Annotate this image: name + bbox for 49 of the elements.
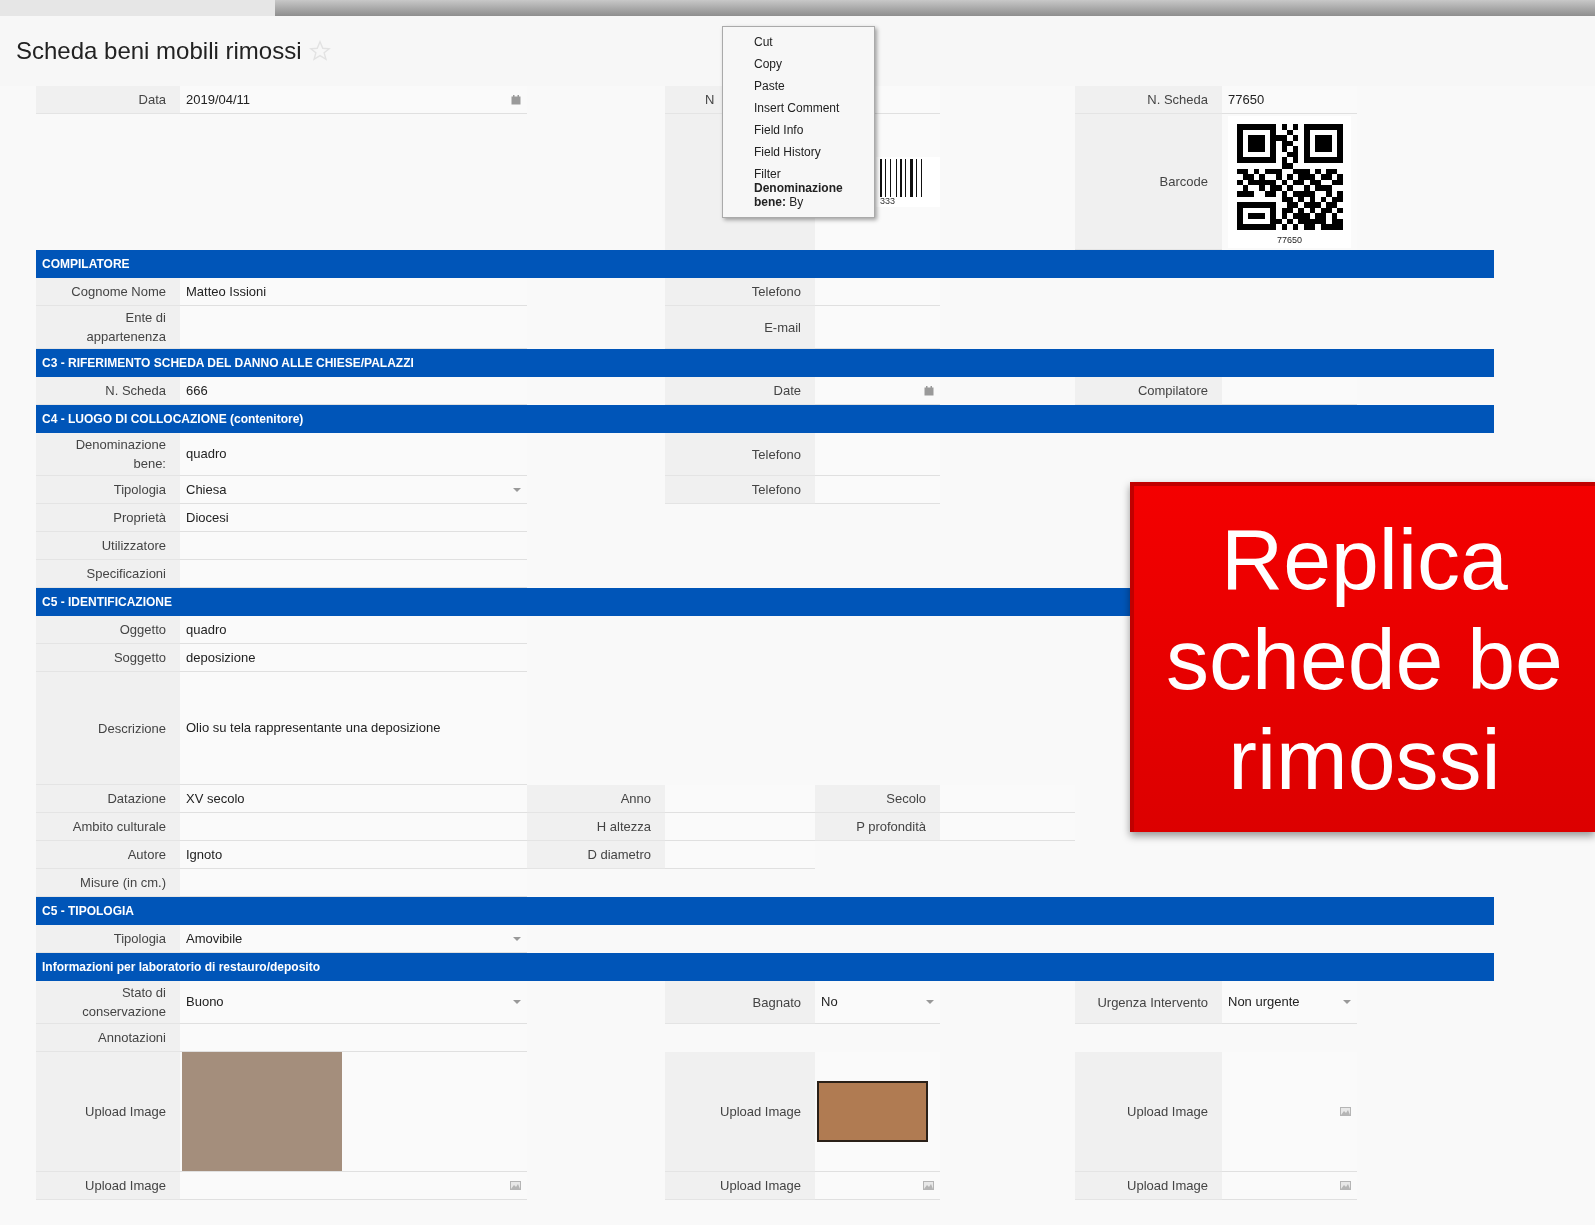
field-label: E-mail: [764, 318, 801, 337]
field-label: H altezza: [596, 818, 651, 836]
field-label: Upload Image: [1127, 1177, 1208, 1195]
field-label: Upload Image: [85, 1103, 166, 1121]
section-header: COMPILATORE: [36, 250, 1494, 278]
field-label: N. Scheda: [105, 382, 166, 400]
field-label: Data: [138, 91, 166, 109]
field-label: Upload Image: [85, 1177, 166, 1195]
field-label: Urgenza Intervento: [1097, 993, 1208, 1012]
field-label: Oggetto: [119, 621, 166, 639]
section-header: C3 - RIFERIMENTO SCHEDA DEL DANNO ALLE CHIESE/PALAZZI: [36, 349, 1494, 377]
field-label: N. Scheda: [1147, 91, 1208, 109]
field-label: N: [705, 91, 715, 109]
field-label: Barcode: [1159, 173, 1208, 191]
field-label: Descrizione: [98, 719, 166, 738]
field-label: Bagnato: [752, 993, 801, 1012]
field-label: Telefono: [751, 283, 801, 301]
barcode-number: 333: [880, 197, 896, 206]
field-label: Ente di appartenenza: [85, 309, 166, 346]
field-label: Datazione: [107, 790, 166, 808]
field-label: Stato di conservazione: [81, 984, 166, 1021]
field-label: D diametro: [587, 846, 651, 864]
field-label: Proprietà: [113, 509, 166, 527]
field-label: Autore: [127, 846, 166, 864]
field-label: Tipologia: [113, 930, 166, 948]
field-label: Specificazioni: [86, 565, 166, 583]
field-label: Upload Image: [720, 1103, 801, 1121]
field-label: Tipologia: [113, 481, 166, 499]
field-label: Misure (in cm.): [80, 874, 166, 892]
field-label: Soggetto: [113, 649, 166, 667]
field-label: P profondità: [856, 818, 926, 836]
field-label: Annotazioni: [98, 1029, 166, 1047]
field-label: Denominazione bene:: [74, 436, 166, 473]
page-title: Scheda beni mobili rimossi: [16, 36, 302, 66]
qr-code-number: 77650: [1277, 236, 1302, 245]
field-label: Date: [773, 382, 801, 400]
field-label: Telefono: [751, 481, 801, 499]
section-header: C4 - LUOGO DI COLLOCAZIONE (contenitore): [36, 405, 1494, 433]
section-header: Informazioni per laboratorio di restauro/deposito: [36, 953, 1494, 981]
section-header: C5 - TIPOLOGIA: [36, 897, 1494, 925]
field-label: Ambito culturale: [72, 818, 166, 836]
field-label: Anno: [620, 790, 651, 808]
field-label: Telefono: [751, 445, 801, 464]
field-label: Upload Image: [1127, 1103, 1208, 1121]
field-label: Upload Image: [720, 1177, 801, 1195]
field-label: Cognome Nome: [71, 283, 166, 301]
field-label: Secolo: [886, 790, 926, 808]
field-label: Compilatore: [1137, 382, 1208, 400]
field-label: Utilizzatore: [101, 537, 166, 555]
